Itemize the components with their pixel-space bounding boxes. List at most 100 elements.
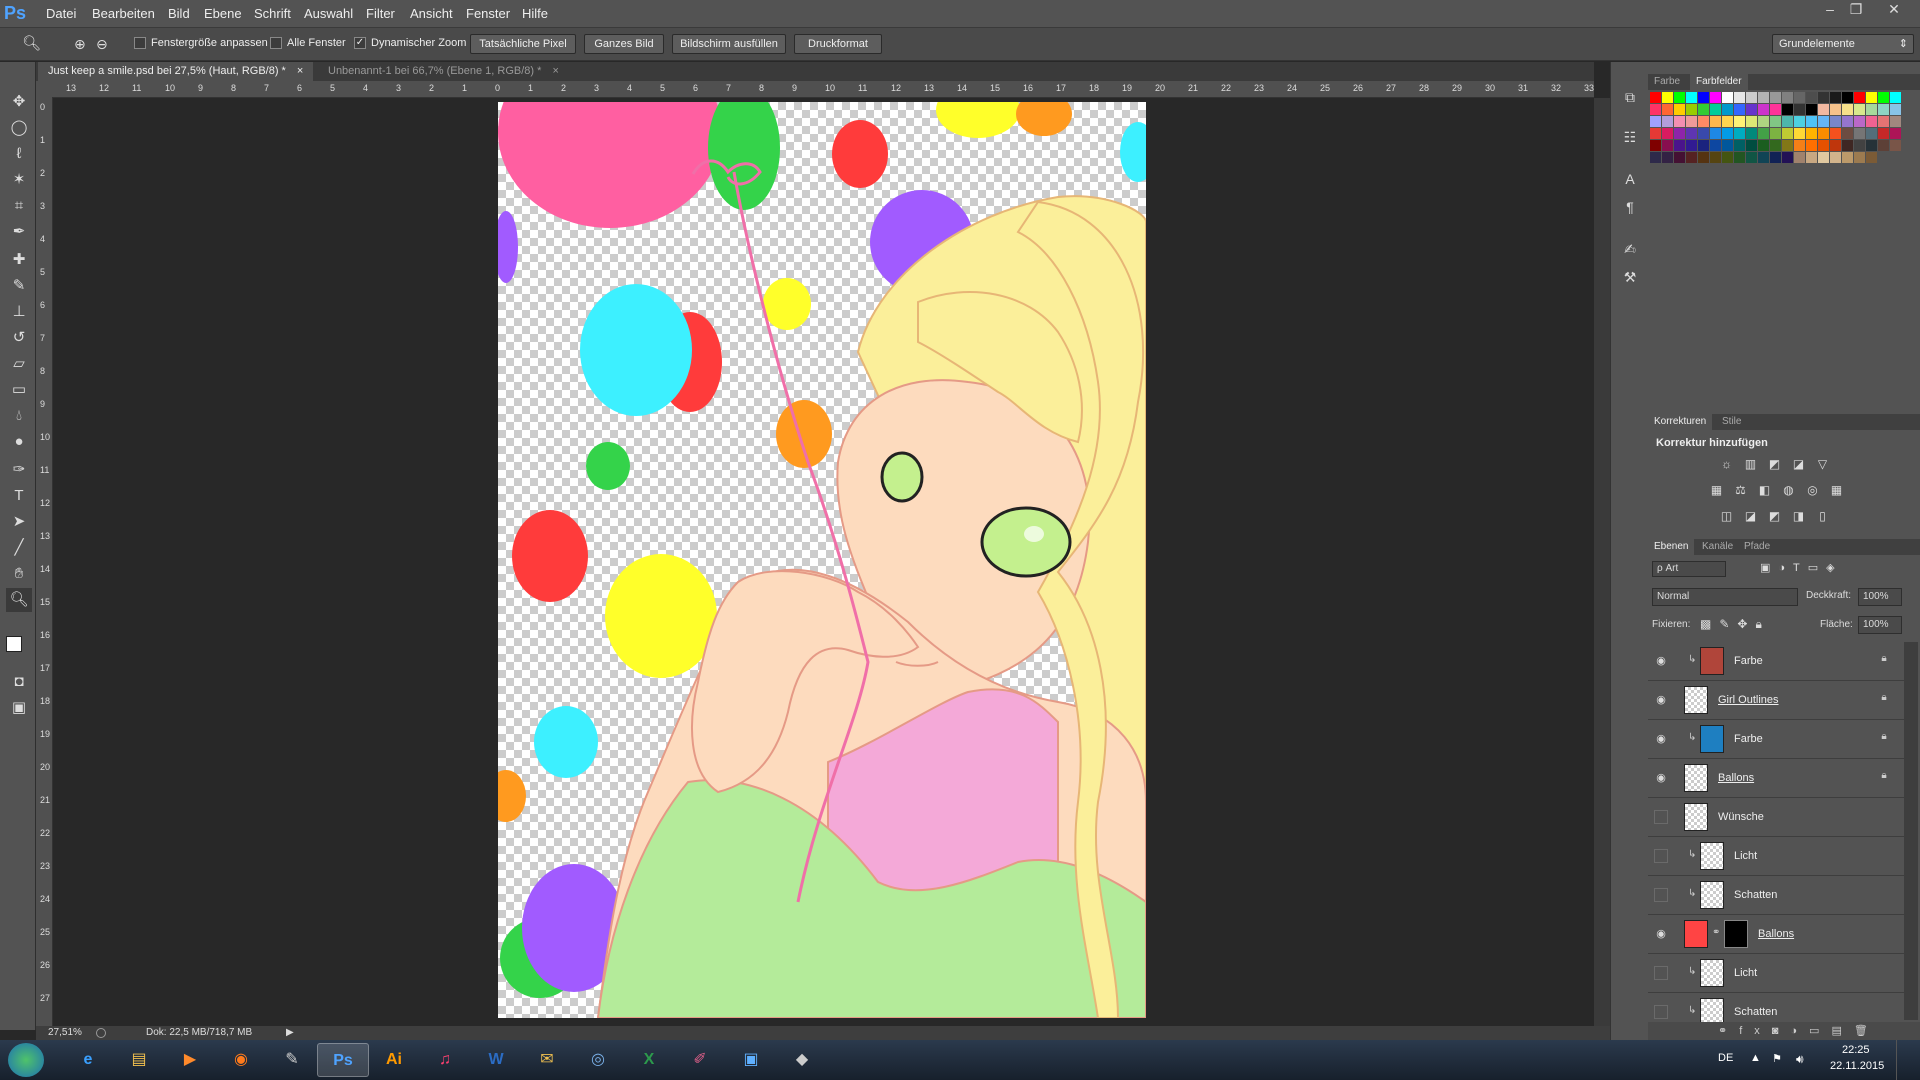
color-swatch[interactable] <box>1830 104 1841 115</box>
color-swatch[interactable] <box>1710 92 1721 103</box>
tab-stile[interactable]: Stile <box>1716 414 1747 430</box>
layers-footer-icons[interactable]: ⚭fx◙◑▭▤🗑︎ <box>1648 1022 1920 1040</box>
color-swatch[interactable] <box>1878 104 1889 115</box>
layer-name[interactable]: Farbe <box>1734 654 1763 668</box>
character-panel-icon[interactable]: A <box>1616 168 1644 190</box>
flag-icon[interactable]: ⚑ <box>1772 1052 1782 1065</box>
layer-name[interactable]: Licht <box>1734 849 1757 863</box>
taskbar-remote-icon[interactable]: ▣ <box>725 1043 777 1077</box>
show-desktop-button[interactable] <box>1896 1040 1920 1080</box>
lasso-tool-icon[interactable]: ℓ <box>6 142 32 166</box>
tool-presets-icon[interactable]: ⚒ <box>1616 266 1644 288</box>
layer-thumbnail[interactable] <box>1700 647 1724 675</box>
color-swatch[interactable] <box>1650 128 1661 139</box>
taskbar-internet-explorer-icon[interactable]: e <box>62 1043 114 1077</box>
layer-row[interactable]: Wünsche <box>1648 798 1904 837</box>
pen-tool-icon[interactable]: ✑ <box>6 458 32 482</box>
color-swatch[interactable] <box>1770 104 1781 115</box>
color-swatch[interactable] <box>1842 152 1853 163</box>
color-swatch[interactable] <box>1746 104 1757 115</box>
color-swatch[interactable] <box>1698 140 1709 151</box>
taskbar-media-player-icon[interactable]: ▶ <box>164 1043 216 1077</box>
menu-bearbeiten[interactable]: Bearbeiten <box>86 0 161 28</box>
layer-row[interactable]: ◉ ⚭ Ballons <box>1648 915 1904 954</box>
start-button[interactable] <box>8 1043 44 1077</box>
color-swatch[interactable] <box>1842 104 1853 115</box>
color-swatch[interactable] <box>1710 140 1721 151</box>
color-swatch[interactable] <box>1710 128 1721 139</box>
taskbar-pen-tool-icon[interactable]: ✎ <box>266 1043 318 1077</box>
color-swatch[interactable] <box>1698 152 1709 163</box>
visibility-toggle[interactable] <box>1654 966 1668 980</box>
color-swatch[interactable] <box>1854 116 1865 127</box>
tray-up-arrow-icon[interactable]: ▲ <box>1750 1052 1761 1064</box>
taskbar-word-icon[interactable]: W <box>470 1043 522 1077</box>
color-swatch[interactable] <box>1878 92 1889 103</box>
color-swatch[interactable] <box>1734 116 1745 127</box>
hand-tool-icon[interactable]: ✋︎ <box>6 562 32 586</box>
eye-icon[interactable]: ◉ <box>1654 927 1668 941</box>
color-swatch[interactable] <box>1722 92 1733 103</box>
color-swatch[interactable] <box>1806 152 1817 163</box>
layers-scrollbar[interactable] <box>1904 642 1918 1020</box>
layer-name[interactable]: Ballons <box>1758 927 1794 941</box>
layer-thumbnail[interactable] <box>1700 881 1724 909</box>
layer-row[interactable]: ◉ Ballons 🔒︎ <box>1648 759 1904 798</box>
color-swatch[interactable] <box>1854 92 1865 103</box>
adjustment-icon[interactable]: ◪ <box>1790 456 1807 472</box>
fill-screen-button[interactable]: Bildschirm ausfüllen <box>672 34 786 54</box>
dodge-tool-icon[interactable]: ● <box>6 430 32 454</box>
color-swatch[interactable] <box>1770 128 1781 139</box>
color-swatch[interactable] <box>1650 92 1661 103</box>
color-swatch[interactable] <box>1806 92 1817 103</box>
color-swatch[interactable] <box>1842 116 1853 127</box>
color-swatch[interactable] <box>1758 116 1769 127</box>
color-swatch[interactable] <box>1806 104 1817 115</box>
color-swatch[interactable] <box>1734 104 1745 115</box>
layer-row[interactable]: ◉ ↳ Farbe 🔒︎ <box>1648 720 1904 759</box>
color-swatch[interactable] <box>1842 128 1853 139</box>
stamp-tool-icon[interactable]: ⊥ <box>6 300 32 324</box>
volume-icon[interactable]: 🔊︎ <box>1796 1052 1804 1067</box>
color-swatch[interactable] <box>1818 104 1829 115</box>
taskbar-illustrator-icon[interactable]: Ai <box>368 1043 420 1077</box>
brush-tool-icon[interactable]: ✎ <box>6 274 32 298</box>
vertical-scrollbar[interactable] <box>1594 98 1610 1026</box>
color-swatch[interactable] <box>1770 92 1781 103</box>
color-swatch[interactable] <box>1722 116 1733 127</box>
layer-thumbnail[interactable] <box>1684 920 1708 948</box>
horizontal-ruler[interactable]: 13 12 11 10 9 8 7 6 5 4 3 2 1 0 1 2 3 4 5 6 7 8 9 10 11 12 13 14 15 1… <box>52 81 1594 98</box>
eye-icon[interactable]: ◉ <box>1654 693 1668 707</box>
color-swatch[interactable] <box>1878 116 1889 127</box>
color-swatch[interactable] <box>1818 128 1829 139</box>
color-swatch[interactable] <box>1782 116 1793 127</box>
color-swatch[interactable] <box>1686 92 1697 103</box>
taskbar-thunderbird-icon[interactable]: ◎ <box>572 1043 624 1077</box>
visibility-toggle[interactable] <box>1654 888 1668 902</box>
menu-fenster[interactable]: Fenster <box>460 0 516 28</box>
color-swatch[interactable] <box>1722 140 1733 151</box>
color-swatch[interactable] <box>1854 152 1865 163</box>
color-swatch[interactable] <box>1794 140 1805 151</box>
color-swatch[interactable] <box>1866 128 1877 139</box>
layer-filter-select[interactable]: ρ Art <box>1652 561 1726 577</box>
color-swatch[interactable] <box>1890 104 1901 115</box>
color-swatch[interactable] <box>1698 104 1709 115</box>
tab-korrekturen[interactable]: Korrekturen <box>1648 414 1713 430</box>
restore-button[interactable]: ❐ <box>1842 0 1870 18</box>
marquee-tool-icon[interactable]: ◯ <box>6 116 32 140</box>
color-swatch[interactable] <box>1830 128 1841 139</box>
color-swatch[interactable] <box>1686 104 1697 115</box>
workspace-select[interactable]: Grundelemente ⇕ <box>1772 34 1914 54</box>
taskbar-file-explorer-icon[interactable]: ▤ <box>113 1043 165 1077</box>
visibility-toggle[interactable] <box>1654 1005 1668 1019</box>
color-swatch[interactable] <box>1746 152 1757 163</box>
zoom-tool-icon[interactable]: 🔍︎ <box>6 588 32 612</box>
color-swatch[interactable] <box>1830 92 1841 103</box>
tab-ebenen[interactable]: Ebenen <box>1648 539 1695 555</box>
menu-schrift[interactable]: Schrift <box>248 0 297 28</box>
color-swatch[interactable] <box>1854 104 1865 115</box>
layer-thumbnail[interactable] <box>1684 686 1708 714</box>
whole-image-button[interactable]: Ganzes Bild <box>584 34 664 54</box>
color-swatch[interactable] <box>1734 152 1745 163</box>
